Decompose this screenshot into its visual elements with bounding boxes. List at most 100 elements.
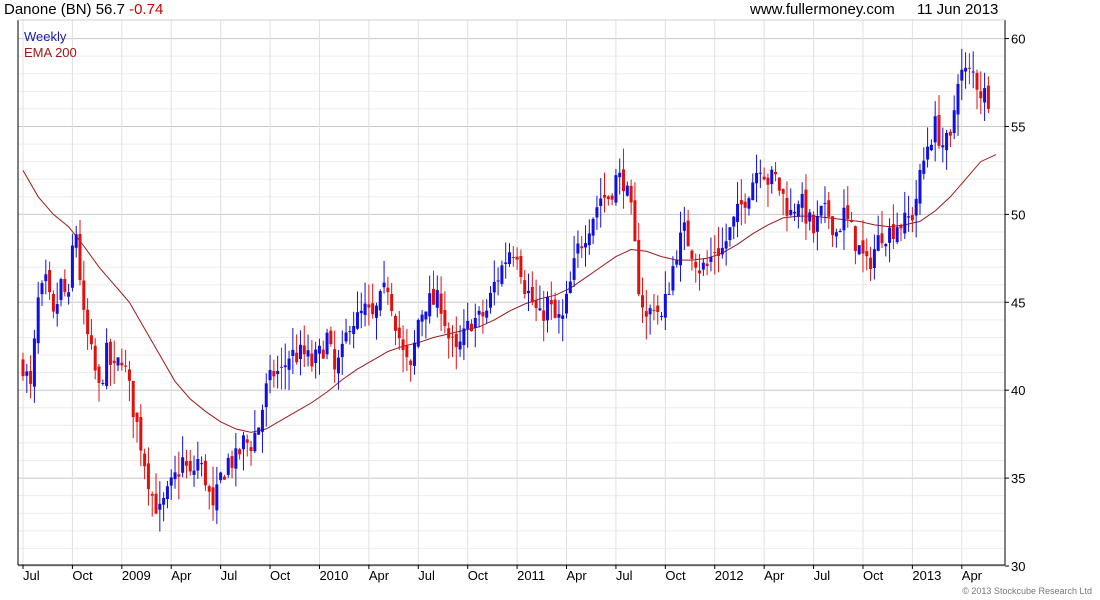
candle-body — [428, 293, 432, 317]
candle-body — [800, 194, 804, 208]
candle-body — [899, 225, 903, 229]
candle-body — [671, 266, 675, 291]
candle-body — [796, 204, 800, 217]
candle-body — [827, 200, 831, 217]
x-tick-label: Jul — [23, 568, 40, 583]
candle-body — [245, 439, 249, 443]
candle-body — [504, 262, 508, 264]
candle-body — [538, 308, 542, 311]
candle-body — [192, 470, 196, 475]
candle-body — [462, 328, 466, 346]
candle-body — [116, 357, 120, 366]
candle-body — [249, 447, 253, 452]
candle-body — [188, 461, 192, 472]
candle-body — [310, 353, 314, 367]
candle-body — [766, 177, 770, 185]
x-tick-label: Jul — [814, 568, 831, 583]
candle-body — [336, 357, 340, 374]
candle-body — [584, 243, 588, 248]
candle-body — [215, 484, 219, 511]
candle-body — [530, 286, 534, 303]
candle-body — [614, 175, 618, 203]
candle-body — [230, 456, 234, 468]
candle-body — [162, 497, 166, 505]
candle-body — [565, 293, 569, 314]
candle-body — [412, 342, 416, 366]
candle-body — [355, 312, 359, 329]
candle-body — [321, 349, 325, 359]
candle-body — [325, 332, 329, 355]
site-url[interactable]: www.fullermoney.com — [750, 1, 895, 18]
candle-body — [454, 333, 458, 348]
candle-body — [937, 115, 941, 146]
candle-body — [32, 338, 36, 387]
candle-body — [986, 85, 990, 109]
candle-body — [823, 203, 827, 205]
candle-body — [401, 339, 405, 351]
candle-body — [941, 145, 945, 148]
candle-body — [359, 310, 363, 314]
candle-body — [580, 246, 584, 249]
candle-body — [238, 449, 242, 455]
candle-body — [698, 270, 702, 274]
x-tick-label: Jul — [221, 568, 238, 583]
candle-body — [728, 227, 732, 241]
copyright-notice: © 2013 Stockcube Research Ltd — [962, 586, 1092, 596]
candle-body — [165, 486, 169, 500]
candle-body — [443, 310, 447, 327]
x-tick-label: Oct — [468, 568, 489, 583]
candle-body — [469, 323, 473, 332]
candle-body — [371, 303, 375, 315]
candle-body — [409, 360, 413, 366]
candle-body — [633, 200, 637, 242]
candle-body — [785, 197, 789, 216]
candle-body — [815, 216, 819, 232]
candle-body — [694, 261, 698, 268]
candle-body — [850, 220, 854, 222]
candle-body — [302, 345, 306, 355]
y-tick-label: 55 — [1011, 119, 1025, 134]
candle-body — [903, 212, 907, 234]
candle-body — [523, 280, 527, 295]
candle-body — [219, 472, 223, 481]
chart-date: 11 Jun 2013 — [916, 1, 999, 18]
y-tick-label: 45 — [1011, 295, 1025, 310]
candle-body — [397, 327, 401, 339]
candle-body — [812, 214, 816, 234]
candle-body — [439, 293, 443, 314]
x-tick-label: 2013 — [912, 568, 941, 583]
candle-body — [747, 198, 751, 209]
candle-body — [869, 257, 873, 269]
candle-body — [21, 359, 25, 377]
y-tick-label: 40 — [1011, 383, 1025, 398]
candle-body — [842, 207, 846, 231]
x-tick-label: Oct — [665, 568, 686, 583]
candle-body — [880, 233, 884, 244]
x-tick-label: 2009 — [122, 568, 151, 583]
candle-body — [352, 326, 356, 334]
candle-body — [720, 247, 724, 255]
candle-body — [492, 281, 496, 293]
candle-body — [739, 200, 743, 205]
candle-body — [709, 257, 713, 262]
candle-body — [576, 243, 580, 254]
candle-body — [78, 233, 82, 281]
candle-body — [154, 493, 158, 514]
candle-body — [196, 459, 200, 471]
candle-body — [922, 160, 926, 174]
candle-body — [124, 365, 128, 367]
candle-body — [933, 116, 937, 143]
candle-body — [131, 380, 135, 418]
candle-body — [363, 303, 367, 315]
candle-body — [283, 365, 287, 368]
candle-body — [374, 305, 378, 318]
candle-body — [135, 412, 139, 422]
candle-body — [317, 345, 321, 354]
candle-body — [907, 216, 911, 218]
candle-body — [656, 305, 660, 312]
candle-body — [755, 172, 759, 184]
candle-body — [485, 310, 489, 318]
candle-body — [606, 196, 610, 200]
candle-body — [690, 250, 694, 259]
candle-body — [625, 185, 629, 196]
